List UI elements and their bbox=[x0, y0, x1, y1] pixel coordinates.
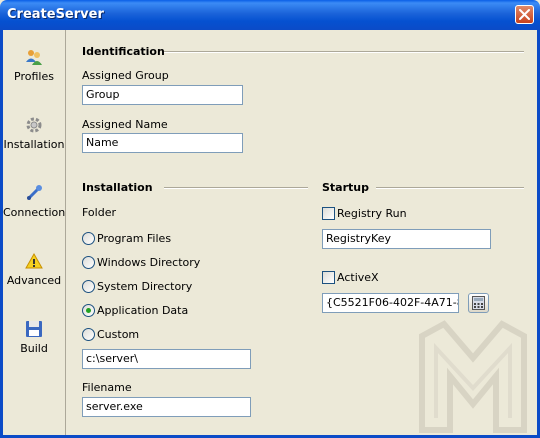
system-directory-radio[interactable] bbox=[82, 280, 95, 293]
identification-header: Identification bbox=[82, 45, 165, 58]
sidebar-item-label: Installation bbox=[3, 138, 65, 151]
installation-header: Installation bbox=[82, 181, 153, 194]
registry-run-checkbox[interactable] bbox=[322, 207, 335, 220]
registry-key-field[interactable]: RegistryKey bbox=[322, 229, 491, 249]
filename-label: Filename bbox=[82, 381, 132, 394]
close-icon bbox=[519, 9, 530, 20]
application-data-label[interactable]: Application Data bbox=[97, 304, 188, 317]
connection-icon bbox=[26, 185, 42, 201]
custom-label[interactable]: Custom bbox=[97, 328, 139, 341]
window-title: CreateServer bbox=[7, 7, 104, 22]
calculator-icon bbox=[472, 296, 485, 310]
sidebar-item-label: Advanced bbox=[6, 274, 62, 287]
section-divider bbox=[376, 187, 524, 189]
sidebar-item-build[interactable]: Build bbox=[3, 320, 65, 355]
assigned-group-label: Assigned Group bbox=[82, 69, 169, 82]
folder-label: Folder bbox=[82, 206, 116, 219]
users-icon bbox=[26, 50, 42, 65]
section-divider bbox=[164, 187, 308, 189]
sidebar-item-installation[interactable]: Installation bbox=[3, 116, 65, 151]
watermark-logo bbox=[419, 320, 527, 433]
close-button[interactable] bbox=[515, 5, 534, 24]
sidebar-item-profiles[interactable]: Profiles bbox=[3, 48, 65, 83]
section-divider bbox=[164, 51, 524, 53]
createserver-window: CreateServer Profiles Installation Conne… bbox=[0, 0, 540, 438]
assigned-name-field[interactable]: Name bbox=[82, 133, 243, 153]
startup-header: Startup bbox=[322, 181, 369, 194]
content-panel: Identification Assigned Group Group Assi… bbox=[66, 30, 537, 435]
program-files-label[interactable]: Program Files bbox=[97, 232, 171, 245]
warning-icon bbox=[25, 252, 43, 269]
install-path-field[interactable]: c:\server\ bbox=[82, 349, 251, 369]
windows-directory-label[interactable]: Windows Directory bbox=[97, 256, 200, 269]
gear-icon bbox=[26, 117, 42, 133]
registry-run-label[interactable]: Registry Run bbox=[337, 207, 407, 220]
assigned-group-field[interactable]: Group bbox=[82, 85, 243, 105]
floppy-disk-icon bbox=[26, 321, 42, 337]
activex-checkbox[interactable] bbox=[322, 271, 335, 284]
sidebar-item-label: Build bbox=[20, 342, 48, 355]
sidebar: Profiles Installation Connection Advance… bbox=[3, 30, 66, 435]
assigned-name-label: Assigned Name bbox=[82, 118, 168, 131]
sidebar-item-advanced[interactable]: Advanced bbox=[3, 252, 65, 287]
filename-field[interactable]: server.exe bbox=[82, 397, 251, 417]
radio-selected-dot bbox=[86, 308, 91, 313]
system-directory-label[interactable]: System Directory bbox=[97, 280, 192, 293]
application-data-radio[interactable] bbox=[82, 304, 95, 317]
sidebar-item-label: Connection bbox=[3, 206, 66, 219]
sidebar-item-connection[interactable]: Connection bbox=[3, 184, 65, 219]
activex-label[interactable]: ActiveX bbox=[337, 271, 379, 284]
activex-guid-field[interactable]: {C5521F06-402F-4A71-8BE bbox=[322, 293, 459, 313]
program-files-radio[interactable] bbox=[82, 232, 95, 245]
custom-radio[interactable] bbox=[82, 328, 95, 341]
windows-directory-radio[interactable] bbox=[82, 256, 95, 269]
sidebar-item-label: Profiles bbox=[14, 70, 54, 83]
title-bar[interactable]: CreateServer bbox=[0, 0, 540, 30]
generate-guid-button[interactable] bbox=[468, 293, 489, 313]
